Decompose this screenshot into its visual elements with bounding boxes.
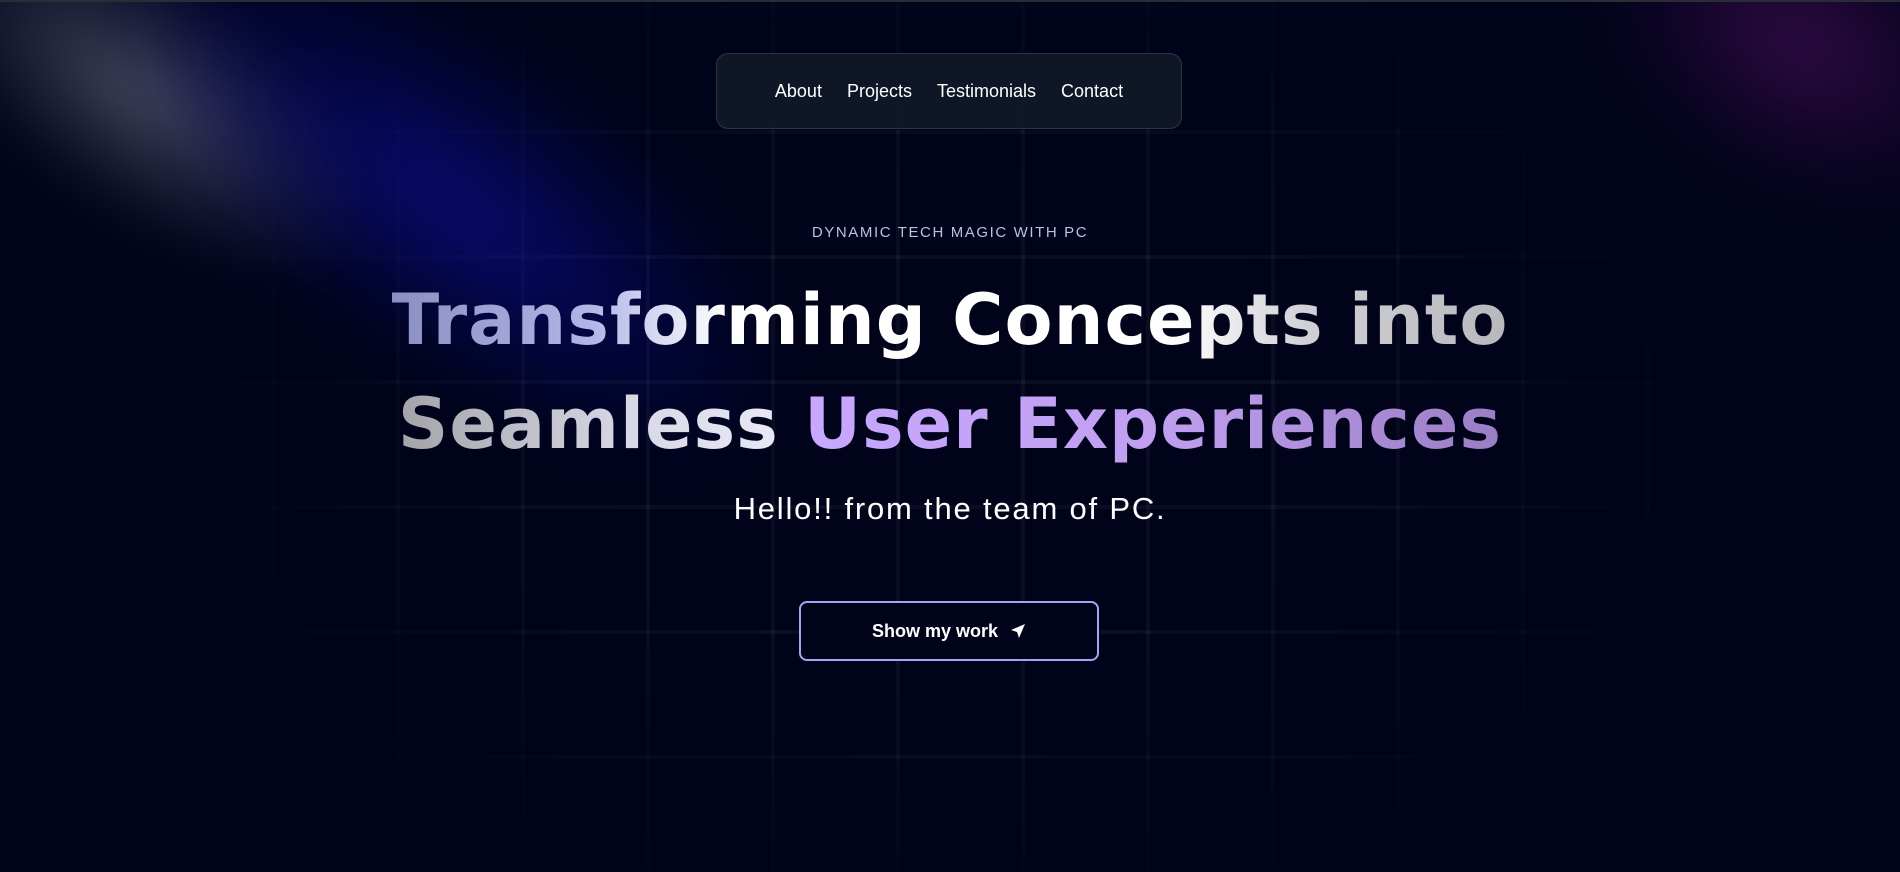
page: About Projects Testimonials Contact DYNA… — [0, 0, 1900, 872]
hero-headline: Transforming Concepts into Seamless User… — [0, 268, 1900, 476]
nav-link-contact[interactable]: Contact — [1061, 81, 1123, 102]
floating-navbar: About Projects Testimonials Contact — [716, 53, 1182, 129]
nav-link-testimonials[interactable]: Testimonials — [937, 81, 1036, 102]
headline-line-2-plain: Seamless — [397, 383, 779, 465]
show-my-work-label: Show my work — [871, 620, 999, 641]
headline-line-1: Transforming Concepts into — [0, 268, 1900, 372]
headline-line-2-accent: User Experiences — [804, 383, 1503, 465]
nav-link-about[interactable]: About — [775, 81, 822, 102]
paper-plane-icon — [1010, 623, 1026, 639]
headline-line-2: Seamless User Experiences — [0, 372, 1900, 476]
show-my-work-button[interactable]: Show my work — [799, 601, 1099, 661]
hero-eyebrow: DYNAMIC TECH MAGIC WITH PC — [811, 224, 1089, 241]
headline-line-1-text: Transforming Concepts into — [392, 268, 1509, 372]
nav-link-projects[interactable]: Projects — [847, 81, 912, 102]
hero-subtitle: Hello!! from the team of PC. — [733, 491, 1167, 526]
